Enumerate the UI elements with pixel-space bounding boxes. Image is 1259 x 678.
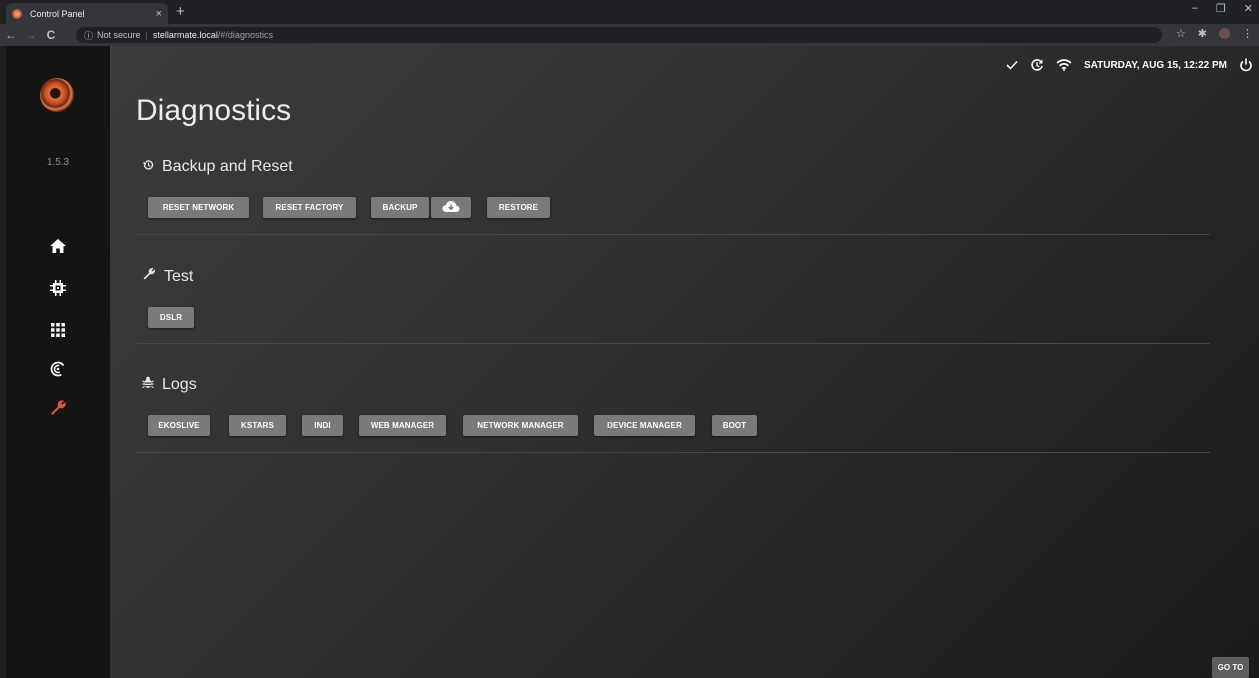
device-manager-log-button[interactable]: DEVICE MANAGER (594, 415, 695, 436)
section-heading: Test (164, 267, 194, 285)
address-bar[interactable]: ⓘ Not secure | stellarmate.local /#/diag… (76, 27, 1162, 43)
power-icon[interactable] (1239, 58, 1253, 72)
web-manager-log-button[interactable]: WEB MANAGER (359, 415, 446, 436)
url-path: /#/diagnostics (217, 30, 273, 40)
status-bar: SATURDAY, AUG 15, 12:22 PM (1006, 58, 1253, 72)
window-controls: – ❐ ✕ (1192, 2, 1253, 15)
browser-toolbar: ← → C ⓘ Not secure | stellarmate.local /… (0, 24, 1259, 46)
sync-icon[interactable] (1030, 58, 1044, 72)
check-icon (1006, 60, 1018, 70)
bookmark-star-icon[interactable]: ☆ (1176, 27, 1186, 40)
browser-tab[interactable]: Control Panel × (6, 3, 168, 24)
section-backup-reset: Backup and Reset (142, 158, 293, 176)
section-divider (136, 343, 1210, 344)
reset-factory-button[interactable]: RESET FACTORY (263, 197, 356, 218)
forward-icon[interactable]: → (22, 28, 40, 42)
goto-button[interactable]: GO TO (1212, 657, 1249, 678)
stellarmate-logo (40, 78, 74, 112)
app-version: 1.5.3 (46, 157, 70, 168)
not-secure-label: Not secure (97, 30, 141, 40)
wifi-icon[interactable] (1056, 59, 1072, 71)
ekoslive-log-button[interactable]: EKOSLIVE (148, 415, 210, 436)
indi-log-button[interactable]: INDI (302, 415, 343, 436)
back-icon[interactable]: ← (2, 28, 20, 42)
dslr-button[interactable]: DSLR (148, 307, 194, 328)
backup-button[interactable]: BACKUP (371, 197, 429, 218)
boot-log-button[interactable]: BOOT (712, 415, 757, 436)
section-heading: Logs (162, 376, 197, 393)
browser-menu-icon[interactable]: ⋮ (1242, 27, 1253, 40)
wrench-icon (142, 267, 156, 286)
network-manager-log-button[interactable]: NETWORK MANAGER (463, 415, 578, 436)
close-window-icon[interactable]: ✕ (1244, 2, 1253, 15)
home-icon[interactable] (48, 236, 68, 256)
datetime: SATURDAY, AUG 15, 12:22 PM (1083, 59, 1227, 71)
main-content: SATURDAY, AUG 15, 12:22 PM Diagnostics B… (110, 46, 1259, 678)
new-tab-button[interactable]: + (176, 3, 185, 21)
chip-icon[interactable] (48, 278, 68, 298)
browser-tab-strip: Control Panel × + – ❐ ✕ (0, 0, 1259, 24)
broadcast-icon[interactable] (48, 359, 68, 379)
apps-grid-icon[interactable] (48, 320, 68, 340)
favicon-icon (12, 8, 22, 19)
url-separator: | (145, 30, 148, 40)
reset-network-button[interactable]: RESET NETWORK (148, 197, 249, 218)
section-logs: Logs (142, 376, 197, 394)
tab-close-icon[interactable]: × (156, 8, 162, 20)
cloud-download-button[interactable] (431, 197, 471, 218)
profile-avatar-icon[interactable] (1219, 28, 1230, 39)
restore-icon[interactable]: ❐ (1216, 2, 1226, 15)
sidebar: 1.5.3 (6, 46, 110, 678)
kstars-log-button[interactable]: KSTARS (229, 415, 286, 436)
section-divider (136, 234, 1210, 235)
extensions-icon[interactable]: ✱ (1198, 27, 1207, 40)
info-icon[interactable]: ⓘ (84, 29, 93, 42)
page-title: Diagnostics (136, 94, 292, 127)
tab-title: Control Panel (30, 8, 85, 19)
section-test: Test (142, 267, 193, 286)
wrench-icon[interactable] (48, 398, 68, 418)
browser-actions: ☆ ✱ ⋮ (1176, 27, 1253, 40)
history-icon (142, 158, 154, 176)
cloud-download-icon (442, 200, 460, 215)
reload-icon[interactable]: C (42, 28, 60, 42)
bug-icon (142, 376, 154, 394)
url-host: stellarmate.local (152, 30, 218, 40)
restore-button[interactable]: RESTORE (487, 197, 550, 218)
minimize-icon[interactable]: – (1192, 2, 1198, 15)
section-divider (136, 452, 1210, 453)
section-heading: Backup and Reset (162, 158, 293, 175)
